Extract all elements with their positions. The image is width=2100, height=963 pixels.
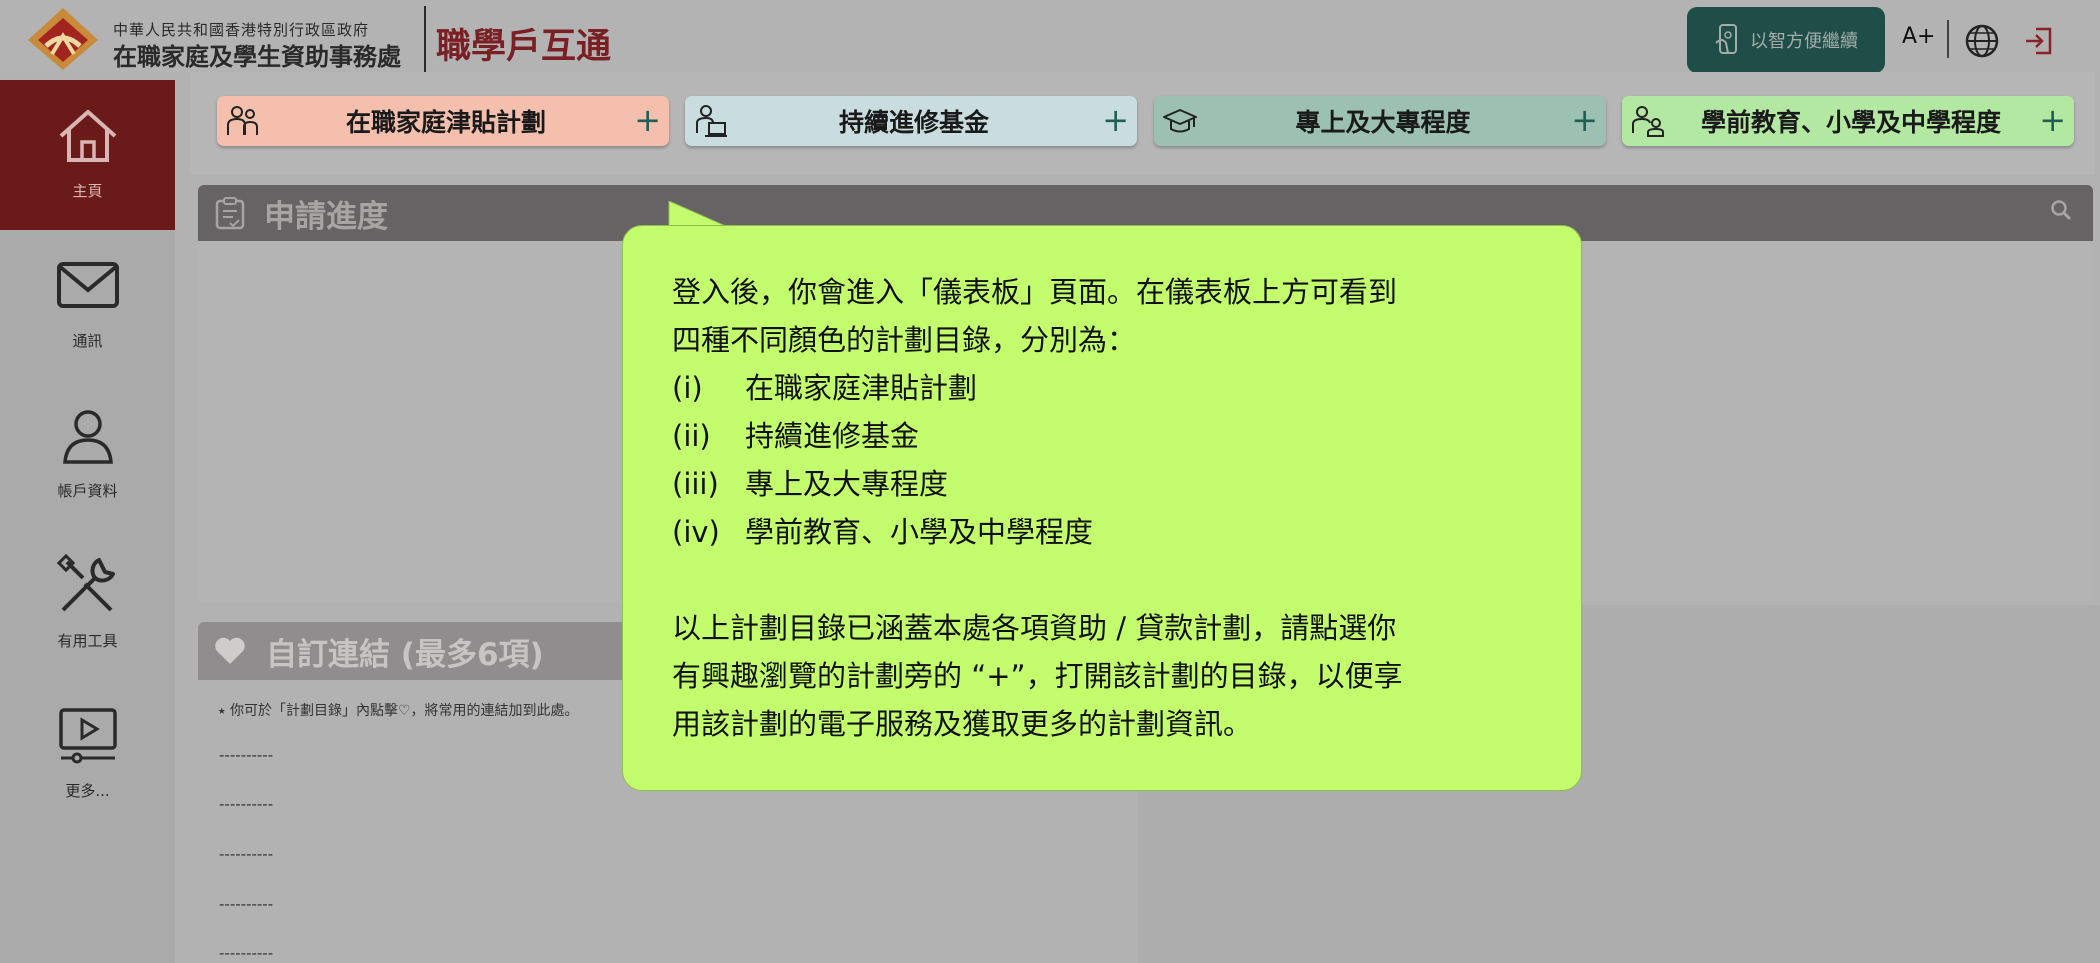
tooltip-list-number: (ii) (672, 419, 711, 453)
tooltip-line: 用該計劃的電子服務及獲取更多的計劃資訊。 (672, 707, 1253, 741)
header-divider (424, 6, 426, 72)
tooltip-spacer (672, 556, 1552, 604)
category-cef[interactable]: 持續進修基金 + (685, 96, 1137, 146)
user-icon (62, 410, 113, 464)
sidebar-item-account[interactable]: 帳戶資料 (0, 380, 175, 530)
tooltip-list-item: (ii) 持續進修基金 (672, 412, 1552, 460)
sidebar-item-label: 主頁 (72, 182, 103, 200)
sidebar-item-label: 帳戶資料 (57, 482, 118, 500)
sidebar-item-label: 有用工具 (57, 632, 118, 650)
study-icon (696, 105, 727, 137)
font-size-button[interactable]: A+ (1902, 24, 1935, 49)
iamsmart-label: 以智方便繼續 (1750, 31, 1858, 52)
category-label: 專上及大專程度 (1295, 108, 1471, 137)
tooltip-list-number: (iv) (672, 515, 720, 549)
custom-links-title: 自訂連結 (最多6項) (266, 636, 544, 673)
category-tertiary[interactable]: 專上及大專程度 + (1154, 96, 1606, 146)
sidebar: 主頁 通訊 帳戶資料 有用工具 更多... (0, 80, 175, 963)
category-label: 持續進修基金 (838, 108, 989, 137)
custom-link-placeholder: ---------- (219, 845, 274, 863)
category-school[interactable]: 學前教育、小學及中學程度 + (1622, 96, 2074, 146)
phone-icon (1715, 24, 1737, 54)
custom-link-placeholder: ---------- (219, 944, 274, 962)
expand-plus-icon[interactable]: + (1571, 102, 1598, 138)
application-progress-title: 申請進度 (264, 198, 388, 235)
category-label: 學前教育、小學及中學程度 (1700, 108, 2001, 137)
org-name: 在職家庭及學生資助事務處 (113, 43, 401, 71)
expand-plus-icon[interactable]: + (1102, 102, 1129, 138)
custom-links-hint: ⭑ 你可於「計劃目錄」內點擊♡，將常用的連結加到此處。 (218, 703, 579, 719)
tools-icon (56, 554, 115, 612)
video-icon (58, 708, 117, 764)
tooltip-line: 以上計劃目錄已涵蓋本處各項資助 / 貸款計劃，請點選你 (672, 611, 1397, 645)
tooltip-line: 登入後，你會進入「儀表板」頁面。在儀表板上方可看到 (672, 275, 1398, 309)
tooltip-list-text: 持續進修基金 (745, 419, 920, 453)
family-icon (227, 106, 258, 135)
tutorial-tooltip-text: 登入後，你會進入「儀表板」頁面。在儀表板上方可看到 四種不同顏色的計劃目錄，分別… (672, 268, 1552, 748)
sidebar-item-more[interactable]: 更多... (0, 680, 175, 830)
mail-icon (56, 262, 119, 308)
category-wfa[interactable]: 在職家庭津貼計劃 + (217, 96, 669, 146)
tooltip-list-number: (iii) (672, 467, 719, 501)
tooltip-line: 四種不同顏色的計劃目錄，分別為： (672, 323, 1137, 357)
globe-icon[interactable] (1964, 23, 2000, 59)
tooltip-list-text: 專上及大專程度 (745, 467, 949, 501)
sidebar-item-tools[interactable]: 有用工具 (0, 530, 175, 680)
tooltip-line: 有興趣瀏覽的計劃旁的 “+”，打開該計劃的目錄，以便享 (672, 659, 1403, 693)
logout-icon[interactable] (2024, 26, 2054, 56)
children-icon (1632, 106, 1664, 137)
heart-icon (215, 637, 245, 664)
home-icon (59, 110, 116, 162)
graduation-cap-icon (1163, 109, 1197, 133)
wfsfaa-logo-icon[interactable] (26, 6, 100, 72)
category-label: 在職家庭津貼計劃 (345, 108, 546, 137)
sidebar-item-label: 更多... (65, 782, 110, 800)
sidebar-item-label: 通訊 (72, 332, 103, 350)
top-header: 中華人民共和國香港特別行政區政府 在職家庭及學生資助事務處 職學戶互通 以智方便… (0, 0, 2100, 73)
expand-plus-icon[interactable]: + (2039, 102, 2066, 138)
tooltip-list-text: 學前教育、小學及中學程度 (745, 515, 1094, 549)
tooltip-list-number: (i) (672, 371, 703, 405)
iamsmart-continue-button[interactable]: 以智方便繼續 (1687, 7, 1885, 73)
search-icon[interactable] (2050, 199, 2072, 221)
tooltip-list-item: (iii) 專上及大專程度 (672, 460, 1552, 508)
clipboard-icon (215, 197, 245, 230)
scheme-category-strip: 在職家庭津貼計劃 + 持續進修基金 + 專上及大專程度 + 學前教育、小學及中學… (190, 72, 2095, 174)
brand-title: 職學戶互通 (436, 27, 612, 67)
tooltip-list-text: 在職家庭津貼計劃 (745, 371, 978, 405)
tooltip-list-item: (i) 在職家庭津貼計劃 (672, 364, 1552, 412)
tooltip-list-item: (iv) 學前教育、小學及中學程度 (672, 508, 1552, 556)
custom-link-placeholder: ---------- (219, 795, 274, 813)
expand-plus-icon[interactable]: + (634, 102, 661, 138)
custom-link-placeholder: ---------- (219, 895, 274, 913)
sidebar-item-home[interactable]: 主頁 (0, 80, 175, 230)
custom-link-placeholder: ---------- (219, 746, 274, 764)
header-separator (1947, 20, 1949, 58)
sidebar-item-messages[interactable]: 通訊 (0, 230, 175, 380)
